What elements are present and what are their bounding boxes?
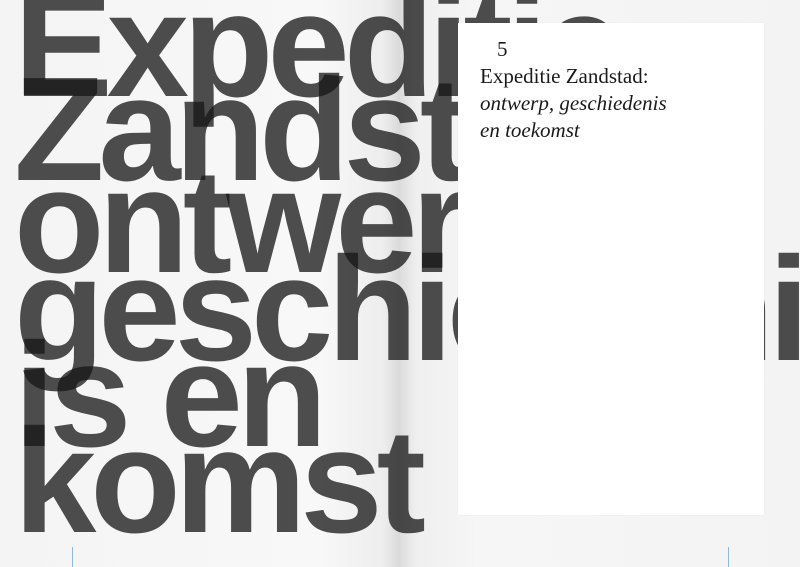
chapter-title-main: Expeditie Zandstad:	[480, 64, 649, 88]
chapter-subtitle-line-2: en toekomst	[480, 118, 580, 142]
chapter-card: 5 Expeditie Zandstad: ontwerp, geschiede…	[458, 23, 764, 515]
big-type-line-6: komst	[14, 399, 426, 564]
chapter-title: Expeditie Zandstad: ontwerp, geschiedeni…	[480, 63, 667, 144]
crop-mark-left	[72, 547, 73, 567]
chapter-subtitle-line-1: ontwerp, geschiedenis	[480, 91, 667, 115]
book-spread: Expeditie Zandstad: ontwerp, geschiedeni…	[0, 0, 800, 567]
chapter-number: 5	[497, 37, 508, 61]
crop-mark-right	[728, 547, 729, 567]
